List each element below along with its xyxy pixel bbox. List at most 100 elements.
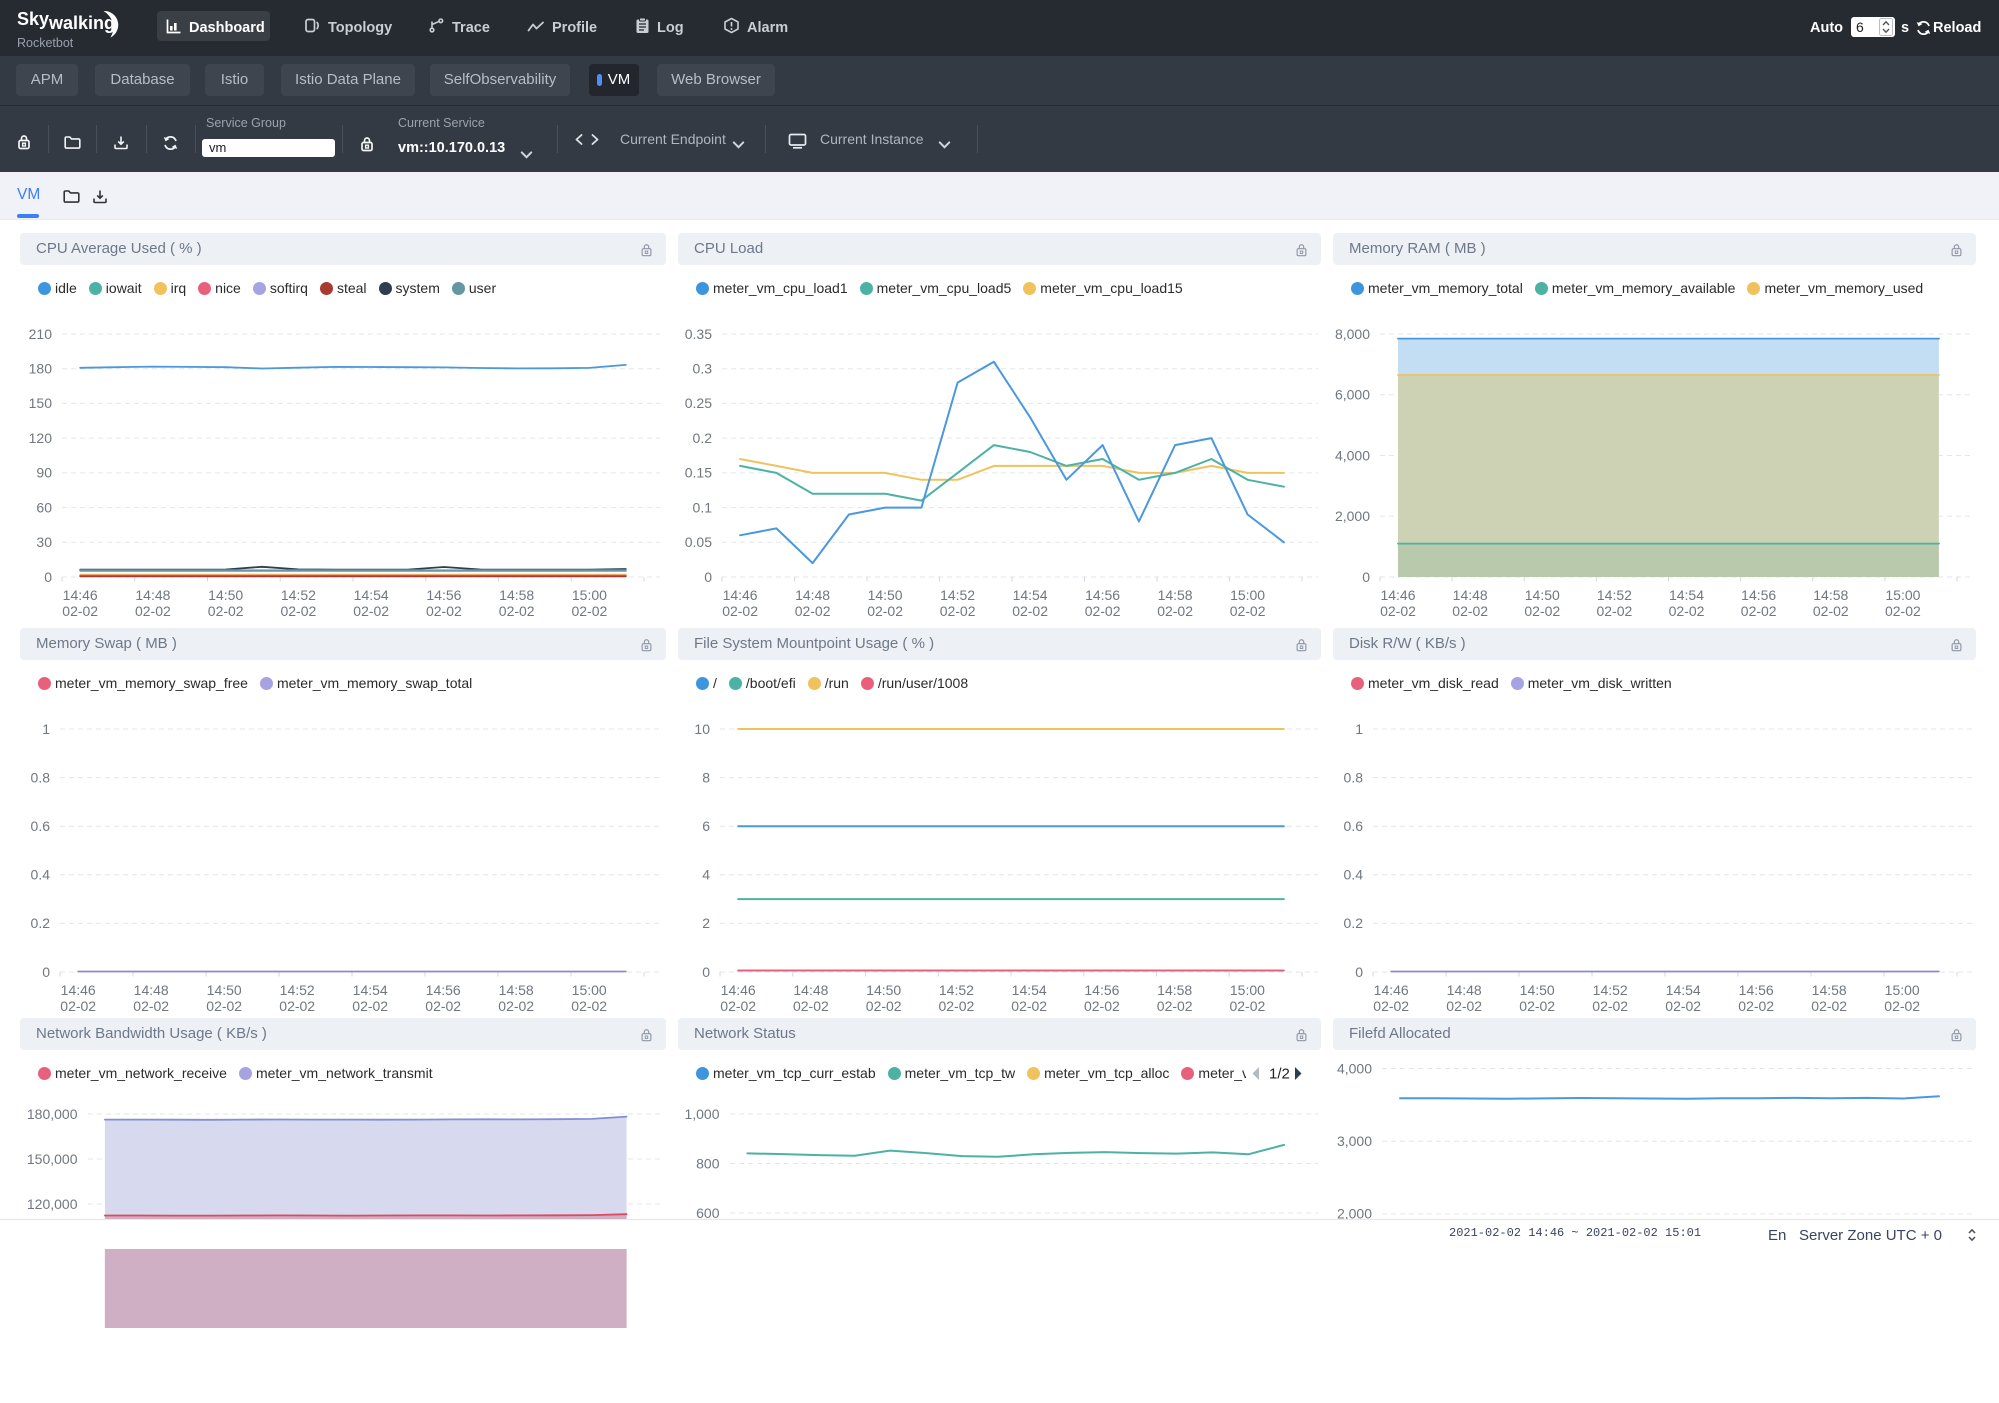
- svg-text:14:48: 14:48: [135, 587, 170, 603]
- svg-text:0.1: 0.1: [693, 499, 713, 515]
- svg-text:30: 30: [36, 534, 52, 550]
- svg-text:02-02: 02-02: [1084, 998, 1120, 1013]
- svg-text:02-02: 02-02: [1665, 998, 1701, 1013]
- svg-text:10: 10: [694, 721, 710, 737]
- svg-text:02-02: 02-02: [135, 603, 171, 618]
- svg-text:02-02: 02-02: [867, 603, 903, 618]
- svg-text:0.2: 0.2: [1344, 915, 1364, 931]
- svg-text:0.05: 0.05: [685, 534, 712, 550]
- svg-text:14:58: 14:58: [499, 587, 534, 603]
- svg-text:0: 0: [1355, 964, 1363, 980]
- svg-text:02-02: 02-02: [1085, 603, 1121, 618]
- svg-text:02-02: 02-02: [1738, 998, 1774, 1013]
- svg-text:14:56: 14:56: [426, 587, 461, 603]
- svg-text:180,000: 180,000: [27, 1106, 78, 1122]
- svg-text:14:54: 14:54: [1012, 982, 1047, 998]
- svg-text:02-02: 02-02: [133, 998, 169, 1013]
- svg-text:02-02: 02-02: [1446, 998, 1482, 1013]
- svg-text:02-02: 02-02: [1596, 603, 1632, 618]
- svg-text:02-02: 02-02: [60, 998, 96, 1013]
- svg-text:14:50: 14:50: [208, 587, 243, 603]
- svg-text:02-02: 02-02: [1157, 603, 1193, 618]
- svg-text:02-02: 02-02: [426, 603, 462, 618]
- svg-text:14:46: 14:46: [721, 982, 756, 998]
- svg-text:14:52: 14:52: [1597, 587, 1632, 603]
- svg-text:14:46: 14:46: [723, 587, 758, 603]
- svg-text:14:56: 14:56: [1741, 587, 1776, 603]
- svg-text:1,000: 1,000: [684, 1106, 719, 1122]
- svg-text:02-02: 02-02: [793, 998, 829, 1013]
- svg-text:14:48: 14:48: [1447, 982, 1482, 998]
- svg-text:120: 120: [29, 430, 53, 446]
- svg-text:02-02: 02-02: [1452, 603, 1488, 618]
- svg-text:120,000: 120,000: [27, 1196, 78, 1212]
- svg-text:02-02: 02-02: [1157, 998, 1193, 1013]
- svg-text:14:48: 14:48: [795, 587, 830, 603]
- svg-text:1/2: 1/2: [1269, 1066, 1290, 1083]
- svg-text:02-02: 02-02: [206, 998, 242, 1013]
- svg-text:0.6: 0.6: [31, 818, 51, 834]
- svg-text:0.4: 0.4: [1344, 867, 1364, 883]
- svg-text:1: 1: [1355, 721, 1363, 737]
- svg-text:14:54: 14:54: [1669, 587, 1704, 603]
- svg-text:0.8: 0.8: [31, 769, 51, 785]
- svg-text:0.35: 0.35: [685, 326, 712, 342]
- svg-text:02-02: 02-02: [353, 603, 389, 618]
- svg-text:3,000: 3,000: [1337, 1133, 1372, 1149]
- svg-text:02-02: 02-02: [425, 998, 461, 1013]
- svg-text:14:56: 14:56: [1084, 982, 1119, 998]
- svg-text:4,000: 4,000: [1337, 1060, 1372, 1076]
- svg-text:02-02: 02-02: [1230, 603, 1266, 618]
- svg-text:6,000: 6,000: [1335, 387, 1370, 403]
- svg-text:02-02: 02-02: [1012, 603, 1048, 618]
- svg-text:180: 180: [29, 361, 53, 377]
- svg-text:4: 4: [702, 867, 710, 883]
- svg-text:14:56: 14:56: [1739, 982, 1774, 998]
- svg-text:14:50: 14:50: [207, 982, 242, 998]
- svg-text:14:56: 14:56: [426, 982, 461, 998]
- svg-text:02-02: 02-02: [1380, 603, 1416, 618]
- svg-text:14:46: 14:46: [1380, 587, 1415, 603]
- svg-text:14:50: 14:50: [1520, 982, 1555, 998]
- svg-text:02-02: 02-02: [722, 603, 758, 618]
- svg-text:14:46: 14:46: [63, 587, 98, 603]
- svg-text:15:00: 15:00: [572, 982, 607, 998]
- svg-text:0.15: 0.15: [685, 465, 712, 481]
- svg-text:02-02: 02-02: [498, 998, 534, 1013]
- svg-text:14:52: 14:52: [1593, 982, 1628, 998]
- svg-text:0: 0: [704, 569, 712, 585]
- svg-text:0.4: 0.4: [31, 867, 51, 883]
- svg-text:02-02: 02-02: [62, 603, 98, 618]
- svg-text:02-02: 02-02: [1811, 998, 1847, 1013]
- svg-text:14:54: 14:54: [353, 982, 388, 998]
- svg-text:02-02: 02-02: [1884, 998, 1920, 1013]
- svg-text:14:58: 14:58: [1812, 982, 1847, 998]
- svg-text:14:46: 14:46: [61, 982, 96, 998]
- svg-text:02-02: 02-02: [1885, 603, 1921, 618]
- svg-text:800: 800: [696, 1155, 720, 1171]
- svg-text:14:52: 14:52: [940, 587, 975, 603]
- svg-text:02-02: 02-02: [1011, 998, 1047, 1013]
- svg-text:2: 2: [702, 915, 710, 931]
- svg-text:02-02: 02-02: [571, 603, 607, 618]
- svg-text:0.3: 0.3: [693, 361, 713, 377]
- svg-text:14:58: 14:58: [1813, 587, 1848, 603]
- svg-text:02-02: 02-02: [352, 998, 388, 1013]
- svg-text:02-02: 02-02: [938, 998, 974, 1013]
- svg-text:4,000: 4,000: [1335, 447, 1370, 463]
- svg-text:14:54: 14:54: [1666, 982, 1701, 998]
- svg-text:14:52: 14:52: [939, 982, 974, 998]
- svg-text:14:54: 14:54: [1013, 587, 1048, 603]
- svg-text:02-02: 02-02: [1741, 603, 1777, 618]
- svg-text:0: 0: [42, 964, 50, 980]
- svg-text:02-02: 02-02: [1669, 603, 1705, 618]
- svg-text:15:00: 15:00: [1885, 982, 1920, 998]
- svg-text:14:58: 14:58: [1157, 982, 1192, 998]
- svg-text:02-02: 02-02: [1813, 603, 1849, 618]
- svg-text:210: 210: [29, 326, 53, 342]
- svg-text:14:46: 14:46: [1374, 982, 1409, 998]
- svg-text:0.6: 0.6: [1344, 818, 1364, 834]
- svg-text:60: 60: [36, 499, 52, 515]
- svg-text:02-02: 02-02: [1373, 998, 1409, 1013]
- svg-text:0.25: 0.25: [685, 395, 712, 411]
